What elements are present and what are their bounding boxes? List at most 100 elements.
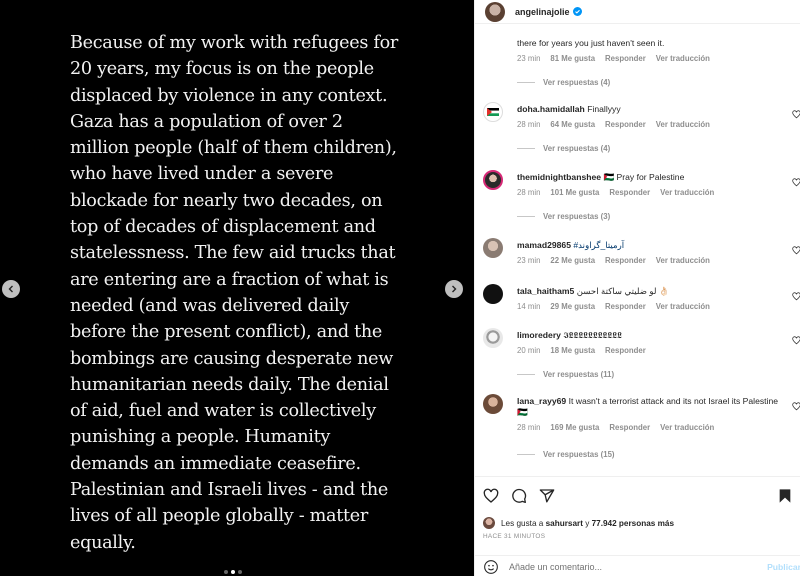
carousel-dot: [224, 570, 228, 574]
comment-username[interactable]: lana_rayy69: [517, 396, 566, 406]
like-comment-heart-icon[interactable]: [792, 336, 800, 345]
like-comment-heart-icon[interactable]: [792, 292, 800, 301]
post-media: Because of my work with refugees for 20 …: [0, 0, 474, 576]
post-time-ago: HACE 31 MINUTOS: [483, 533, 546, 540]
comment-likes[interactable]: 18 Me gusta: [550, 345, 595, 356]
reply-button[interactable]: Responder: [609, 187, 650, 198]
chevron-right-icon: [452, 285, 457, 293]
replies-line: [517, 216, 535, 217]
verified-badge-icon: [572, 7, 582, 16]
add-comment-bar: Publicar: [475, 555, 800, 576]
view-replies-label: Ver respuestas (15): [543, 450, 615, 459]
author-avatar[interactable]: [485, 1, 505, 22]
comment-likes[interactable]: 22 Me gusta: [550, 255, 595, 266]
commenter-avatar[interactable]: [483, 170, 503, 190]
commenter-avatar[interactable]: [483, 328, 503, 348]
chevron-left-icon: [8, 285, 13, 293]
comment-meta: 28 min 169 Me gusta Responder Ver traduc…: [517, 422, 787, 433]
likes-summary[interactable]: Les gusta a sahursart y 77.942 personas …: [483, 517, 674, 529]
like-comment-heart-icon[interactable]: [792, 246, 800, 255]
view-replies-label: Ver respuestas (3): [543, 212, 611, 221]
action-icons: [483, 488, 555, 504]
comment-body: themidnightbanshee 🇵🇸 Pray for Palestine…: [517, 172, 787, 198]
carousel-dot: [238, 570, 242, 574]
comment-likes[interactable]: 169 Me gusta: [550, 422, 599, 433]
reply-button[interactable]: Responder: [605, 53, 646, 64]
likes-count[interactable]: 77.942 personas más: [592, 519, 674, 528]
comment-time[interactable]: 28 min: [517, 187, 540, 198]
previous-slide-button[interactable]: [2, 280, 20, 298]
like-comment-heart-icon[interactable]: [792, 402, 800, 411]
view-replies-button[interactable]: Ver respuestas (15): [517, 450, 615, 459]
bookmark-icon[interactable]: [777, 488, 793, 504]
commenter-avatar[interactable]: [483, 102, 503, 122]
comment-likes[interactable]: 64 Me gusta: [550, 119, 595, 130]
replies-line: [517, 454, 535, 455]
translate-button[interactable]: Ver traducción: [656, 53, 710, 64]
like-comment-heart-icon[interactable]: [792, 110, 800, 119]
comment-input[interactable]: [509, 561, 749, 572]
comment-time[interactable]: 14 min: [517, 301, 540, 312]
reply-button[interactable]: Responder: [605, 345, 646, 356]
liker-username[interactable]: sahursart: [546, 519, 583, 528]
comment-bubble-icon[interactable]: [511, 488, 527, 504]
comment-time[interactable]: 23 min: [517, 53, 540, 64]
comment-username[interactable]: doha.hamidallah: [517, 104, 585, 114]
carousel-dot-active: [231, 570, 235, 574]
comment-text: 𝕴𝕷𝕷𝕷𝕷𝕷𝕷𝕷𝕷𝕷𝕷𝕷: [563, 330, 622, 340]
publish-button[interactable]: Publicar: [767, 562, 800, 572]
comment-body: doha.hamidallah Finallyyy 28 min 64 Me g…: [517, 104, 787, 130]
comment-meta: 28 min 101 Me gusta Responder Ver traduc…: [517, 187, 787, 198]
comment-likes[interactable]: 101 Me gusta: [550, 187, 599, 198]
translate-button[interactable]: Ver traducción: [660, 187, 714, 198]
reply-button[interactable]: Responder: [605, 301, 646, 312]
commenter-avatar[interactable]: [483, 238, 503, 258]
reply-button[interactable]: Responder: [605, 255, 646, 266]
translate-button[interactable]: Ver traducción: [660, 422, 714, 433]
comment-text: لو ضليتي ساكتة احسن 👌🏻: [576, 286, 670, 296]
comment-username[interactable]: tala_haitham5: [517, 286, 574, 296]
comment-time[interactable]: 23 min: [517, 255, 540, 266]
comment-meta: 20 min 18 Me gusta Responder: [517, 345, 787, 356]
comment-likes[interactable]: 81 Me gusta: [550, 53, 595, 64]
comment-time[interactable]: 20 min: [517, 345, 540, 356]
view-replies-button[interactable]: Ver respuestas (4): [517, 78, 610, 87]
translate-button[interactable]: Ver traducción: [656, 255, 710, 266]
post-text: Because of my work with refugees for 20 …: [70, 33, 399, 553]
reply-button[interactable]: Responder: [609, 422, 650, 433]
comment-username[interactable]: mamad29865: [517, 240, 571, 250]
view-replies-button[interactable]: Ver respuestas (3): [517, 212, 610, 221]
likes-middle: y: [585, 518, 590, 528]
like-comment-heart-icon[interactable]: [792, 178, 800, 187]
commenter-avatar[interactable]: [483, 284, 503, 304]
view-replies-button[interactable]: Ver respuestas (4): [517, 144, 610, 153]
author-username[interactable]: angelinajolie: [515, 7, 570, 17]
comment-username[interactable]: limoredery: [517, 330, 561, 340]
replies-line: [517, 82, 535, 83]
commenter-avatar[interactable]: [483, 394, 503, 414]
comments-list: there for years you just haven't seen it…: [475, 24, 800, 476]
comment-meta: 28 min 64 Me gusta Responder Ver traducc…: [517, 119, 787, 130]
translate-button[interactable]: Ver traducción: [656, 301, 710, 312]
comment-meta: 14 min 29 Me gusta Responder Ver traducc…: [517, 301, 787, 312]
heart-icon[interactable]: [483, 488, 499, 504]
send-icon[interactable]: [539, 488, 555, 504]
reply-button[interactable]: Responder: [605, 119, 646, 130]
next-slide-button[interactable]: [445, 280, 463, 298]
comment-text: there for years you just haven't seen it…: [517, 38, 665, 48]
post-header: angelinajolie: [475, 0, 800, 24]
emoji-smile-icon[interactable]: [483, 559, 499, 575]
comment-username[interactable]: themidnightbanshee: [517, 172, 601, 182]
comment-meta: 23 min 81 Me gusta Responder Ver traducc…: [517, 53, 787, 64]
view-replies-button[interactable]: Ver respuestas (11): [517, 370, 614, 379]
palestine-flag-avatar-icon: [487, 108, 499, 116]
comment-time[interactable]: 28 min: [517, 119, 540, 130]
comment-body: limoredery 𝕴𝕷𝕷𝕷𝕷𝕷𝕷𝕷𝕷𝕷𝕷𝕷 20 min 18 Me gus…: [517, 330, 787, 356]
replies-line: [517, 374, 535, 375]
translate-button[interactable]: Ver traducción: [656, 119, 710, 130]
comment-body: tala_haitham5 لو ضليتي ساكتة احسن 👌🏻 14 …: [517, 286, 787, 312]
comment-time[interactable]: 28 min: [517, 422, 540, 433]
comment-likes[interactable]: 29 Me gusta: [550, 301, 595, 312]
post-image-text: Because of my work with refugees for 20 …: [70, 30, 400, 556]
comment-text: #آرمیتا_گراوند: [573, 240, 625, 250]
